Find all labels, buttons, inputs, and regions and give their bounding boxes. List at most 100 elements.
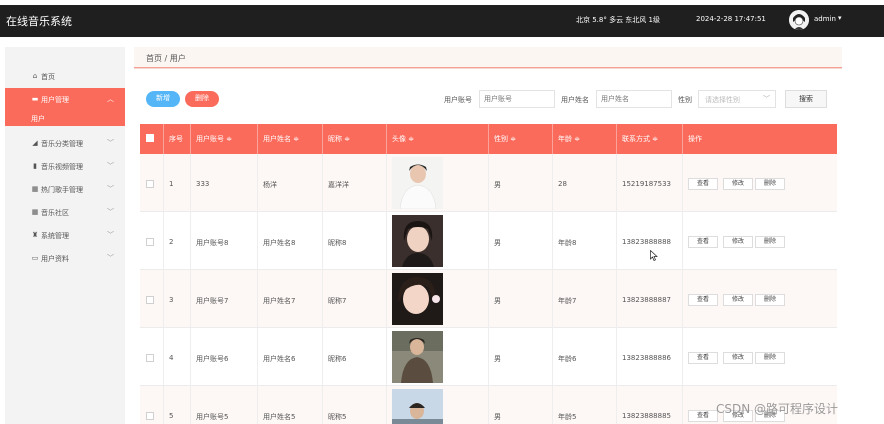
- cell-select: [140, 386, 164, 424]
- name-search-input[interactable]: [596, 90, 672, 108]
- cell-text: 28: [558, 180, 567, 188]
- gender-select[interactable]: 请选择性别 ﹀: [698, 90, 776, 108]
- breadcrumb-underline: [134, 67, 842, 68]
- edit-button[interactable]: 修改: [723, 294, 753, 306]
- cell-text: 用户账号7: [196, 297, 229, 305]
- view-button[interactable]: 查看: [688, 410, 718, 422]
- gender-search-label: 性别: [678, 96, 692, 104]
- mouse-cursor-icon: [650, 249, 658, 264]
- cell-account: 用户账号5: [191, 386, 258, 424]
- sidebar-item-hot-singer[interactable]: ▦ 热门歌手管理 ﹀: [5, 178, 125, 201]
- cell-text: 年龄7: [558, 297, 577, 305]
- chevron-down-icon: ﹀: [107, 185, 114, 193]
- add-button[interactable]: 新增: [146, 91, 180, 107]
- cell-avatar: [387, 270, 489, 328]
- row-checkbox[interactable]: [146, 180, 154, 188]
- weather-info: 北京 5.8° 多云 东北风 1级: [576, 16, 660, 24]
- cell-text: 13823888886: [622, 354, 671, 362]
- sidebar-item-community[interactable]: ▦ 音乐社区 ﹀: [5, 201, 125, 224]
- col-header-index: 序号: [164, 124, 191, 154]
- cell-account: 用户账号7: [191, 270, 258, 328]
- avatar[interactable]: [789, 10, 809, 30]
- row-delete-button[interactable]: 删除: [755, 178, 785, 190]
- cell-gender: 男: [489, 212, 553, 270]
- select-all-checkbox[interactable]: [146, 134, 154, 142]
- cell-text: 4: [169, 354, 174, 362]
- col-header-nickname[interactable]: 昵称 ≑: [323, 124, 387, 154]
- view-button[interactable]: 查看: [688, 352, 718, 364]
- col-header-contact[interactable]: 联系方式 ≑: [617, 124, 683, 154]
- sidebar-item-system[interactable]: ♜ 系统管理 ﹀: [5, 224, 125, 247]
- table-row[interactable]: 2 用户账号8 用户姓名8 昵称8 男 年龄8 13823888888 查看 修改 删除: [140, 212, 837, 270]
- cell-index: 2: [164, 212, 191, 270]
- view-button[interactable]: 查看: [688, 236, 718, 248]
- row-delete-button[interactable]: 删除: [755, 352, 785, 364]
- view-button[interactable]: 查看: [688, 294, 718, 306]
- trophy-icon: ♜: [31, 231, 39, 239]
- cell-avatar: [387, 154, 489, 212]
- breadcrumb[interactable]: 首页 / 用户: [146, 53, 186, 64]
- sidebar-item-label: 用户管理: [41, 96, 69, 104]
- sidebar-item-home[interactable]: ⌂ 首页: [5, 65, 125, 88]
- col-header-gender[interactable]: 性别 ≑: [489, 124, 553, 154]
- cell-actions: 查看 修改 删除: [683, 328, 837, 386]
- table-row[interactable]: 1 333 杨洋 嘉洋洋 男 28 15219187533 查看 修改 删除: [140, 154, 837, 212]
- cell-actions: 查看 修改 删除: [683, 270, 837, 328]
- cell-gender: 男: [489, 328, 553, 386]
- cell-select: [140, 212, 164, 270]
- cell-text: 嘉洋洋: [328, 181, 349, 189]
- col-header-account[interactable]: 用户账号 ≑: [191, 124, 258, 154]
- row-delete-button[interactable]: 删除: [755, 236, 785, 248]
- cell-text: 用户账号6: [196, 355, 229, 363]
- cell-name: 杨洋: [258, 154, 323, 212]
- delete-button[interactable]: 删除: [185, 91, 219, 107]
- cell-text: 昵称5: [328, 413, 347, 421]
- cell-text: 用户姓名5: [263, 413, 296, 421]
- cell-phone: 13823888887: [617, 270, 683, 328]
- edit-button[interactable]: 修改: [723, 236, 753, 248]
- cell-text: 13823888885: [622, 412, 671, 420]
- cell-text: 年龄8: [558, 239, 577, 247]
- table-row[interactable]: 3 用户账号7 用户姓名7 昵称7 男 年龄7 13823888887 查看 修改 删除: [140, 270, 837, 328]
- cell-index: 1: [164, 154, 191, 212]
- cell-select: [140, 270, 164, 328]
- col-header-avatar[interactable]: 头像 ≑: [387, 124, 489, 154]
- cell-text: 男: [494, 355, 501, 363]
- cell-text: 15219187533: [622, 180, 671, 188]
- sidebar-item-music-category[interactable]: ◢ 音乐分类管理 ﹀: [5, 132, 125, 155]
- sidebar-subitem-user[interactable]: 用户: [5, 111, 125, 126]
- watermark: CSDN @路可程序设计: [716, 402, 839, 416]
- cell-actions: 查看 修改 删除: [683, 212, 837, 270]
- cell-avatar: [387, 328, 489, 386]
- edit-button[interactable]: 修改: [723, 352, 753, 364]
- cell-select: [140, 328, 164, 386]
- header-select-all[interactable]: [140, 124, 164, 154]
- sidebar: ⌂ 首页 ▬ 用户管理 ︿ 用户 ◢ 音乐分类管理 ﹀ ▮ 音乐视频管理 ﹀ ▦…: [5, 47, 125, 424]
- user-avatar-photo: [392, 273, 443, 325]
- user-dropdown-icon[interactable]: ▾: [838, 14, 842, 22]
- col-header-name[interactable]: 用户姓名 ≑: [258, 124, 323, 154]
- chevron-down-icon: ﹀: [107, 254, 114, 262]
- search-button[interactable]: 搜索: [785, 90, 827, 108]
- row-checkbox[interactable]: [146, 412, 154, 420]
- sidebar-item-profile[interactable]: ▭ 用户资料 ﹀: [5, 247, 125, 270]
- table-row[interactable]: 4 用户账号6 用户姓名6 昵称6 男 年龄6 13823888886 查看 修改 删除: [140, 328, 837, 386]
- cell-text: 1: [169, 180, 174, 188]
- top-header: 在线音乐系统 北京 5.8° 多云 东北风 1级 2024-2-28 17:47…: [0, 5, 884, 37]
- edit-button[interactable]: 修改: [723, 178, 753, 190]
- cell-actions: 查看 修改 删除: [683, 154, 837, 212]
- row-checkbox[interactable]: [146, 238, 154, 246]
- name-search-label: 用户姓名: [561, 96, 589, 104]
- sidebar-item-user-management[interactable]: ▬ 用户管理 ︿: [5, 88, 125, 111]
- account-search-input[interactable]: [479, 90, 555, 108]
- col-header-age[interactable]: 年龄 ≑: [553, 124, 617, 154]
- username[interactable]: admin: [814, 15, 836, 23]
- sidebar-item-music-video[interactable]: ▮ 音乐视频管理 ﹀: [5, 155, 125, 178]
- row-checkbox[interactable]: [146, 296, 154, 304]
- cell-phone: 13823888885: [617, 386, 683, 424]
- view-button[interactable]: 查看: [688, 178, 718, 190]
- row-checkbox[interactable]: [146, 354, 154, 362]
- cell-text: 昵称8: [328, 239, 347, 247]
- profile-card-icon: ▭: [31, 254, 39, 262]
- row-delete-button[interactable]: 删除: [755, 294, 785, 306]
